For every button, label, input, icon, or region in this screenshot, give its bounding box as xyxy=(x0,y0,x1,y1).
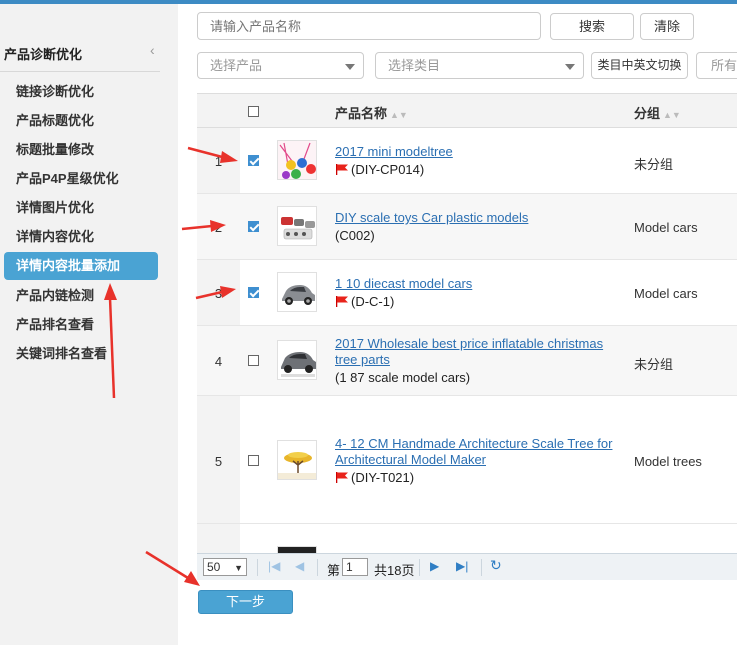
red-flag-icon xyxy=(336,296,348,307)
product-group: Model cars xyxy=(634,286,698,301)
product-code-text: (D-C-1) xyxy=(351,294,395,309)
product-name-link[interactable]: 2017 mini modeltree xyxy=(335,144,620,160)
sidebar-item-title-optimize[interactable]: 产品标题优化 xyxy=(16,111,94,131)
product-code: (DIY-T021) xyxy=(335,470,414,485)
table-row[interactable] xyxy=(197,524,737,553)
last-page-icon[interactable]: ▶| xyxy=(456,559,468,573)
row-checkbox[interactable] xyxy=(248,455,259,466)
column-header-group[interactable]: 分组 ▲▼ xyxy=(634,103,681,122)
product-group: Model trees xyxy=(634,454,702,469)
product-code: (C002) xyxy=(335,228,375,243)
page-total: 共18页 xyxy=(374,563,415,578)
product-name-link[interactable]: 2017 Wholesale best price inflatable chr… xyxy=(335,336,620,368)
row-number: 1 xyxy=(214,154,223,169)
page-size-value: 50 xyxy=(207,560,221,574)
column-header-group-label: 分组 xyxy=(634,106,661,121)
column-header-product-name-label: 产品名称 xyxy=(335,106,388,121)
product-code: (D-C-1) xyxy=(335,294,394,309)
product-name-link[interactable]: 4- 12 CM Handmade Architecture Scale Tre… xyxy=(335,436,620,468)
next-page-icon[interactable]: ▶ xyxy=(430,559,439,573)
sort-icon: ▲▼ xyxy=(663,110,681,120)
thumbnail xyxy=(277,546,317,553)
table-row[interactable]: 3 1 10 diecast model cars (D-C-1) Model … xyxy=(197,260,737,326)
sidebar-item-link-diagnosis[interactable]: 链接诊断优化 xyxy=(16,82,94,102)
product-name-link[interactable]: 1 10 diecast model cars xyxy=(335,276,620,292)
pager-separator xyxy=(481,559,482,576)
next-step-button[interactable]: 下一步 xyxy=(198,590,293,614)
product-group: 未分组 xyxy=(634,357,674,372)
sidebar: 产品诊断优化 ‹ 链接诊断优化 产品标题优化 标题批量修改 产品P4P星级优化 … xyxy=(0,4,178,645)
row-checkbox[interactable] xyxy=(248,221,259,232)
sidebar-item-title-batch-edit[interactable]: 标题批量修改 xyxy=(16,140,94,160)
prev-page-icon[interactable]: ◀ xyxy=(295,559,304,573)
table-row[interactable]: 1 2017 mini modeltree (DIY-CP014) 未分组 xyxy=(197,128,737,194)
pager-separator xyxy=(257,559,258,576)
pagination-bar: 50 ▼ |◀ ◀ 第 1 共18页 ▶ ▶| ↻ xyxy=(197,553,737,580)
row-number: 3 xyxy=(214,286,223,301)
sidebar-item-detail-images[interactable]: 详情图片优化 xyxy=(16,198,94,218)
caret-down-icon xyxy=(565,64,575,70)
product-name-link[interactable]: DIY scale toys Car plastic models xyxy=(335,210,620,226)
product-code: (1 87 scale model cars) xyxy=(335,370,471,385)
sidebar-item-internal-links[interactable]: 产品内链检测 xyxy=(16,286,94,306)
sidebar-item-product-ranking[interactable]: 产品排名查看 xyxy=(16,315,94,335)
search-input[interactable] xyxy=(197,12,541,40)
product-group: 未分组 xyxy=(634,157,674,172)
caret-down-icon: ▼ xyxy=(234,563,243,573)
first-page-icon[interactable]: |◀ xyxy=(268,559,280,573)
product-group: Model cars xyxy=(634,220,698,235)
product-code-text: (DIY-T021) xyxy=(351,470,415,485)
caret-down-icon xyxy=(345,64,355,70)
category-select[interactable]: 选择类目 xyxy=(375,52,584,79)
red-flag-icon xyxy=(336,472,348,483)
table-header: 产品名称 ▲▼ 分组 ▲▼ xyxy=(197,94,737,128)
chevron-left-icon[interactable]: ‹ xyxy=(150,42,155,58)
sidebar-header[interactable]: 产品诊断优化 ‹ xyxy=(0,32,160,72)
column-header-product-name[interactable]: 产品名称 ▲▼ xyxy=(335,103,408,122)
select-all-checkbox[interactable] xyxy=(248,106,259,117)
row-number: 5 xyxy=(214,454,223,469)
table-row[interactable]: 4 2017 Wholesale best price inflatable c… xyxy=(197,326,737,396)
pager-separator xyxy=(317,559,318,576)
paint-pots-thumb xyxy=(277,140,317,180)
page-prefix: 第 xyxy=(327,563,341,578)
sidebar-item-detail-content[interactable]: 详情内容优化 xyxy=(16,227,94,247)
sidebar-item-p4p-star[interactable]: 产品P4P星级优化 xyxy=(16,169,119,189)
refresh-icon[interactable]: ↻ xyxy=(490,557,502,574)
all-select-value: 所有 xyxy=(711,58,737,73)
product-select[interactable]: 选择产品 xyxy=(197,52,364,79)
yellow-tree-thumb xyxy=(277,440,317,480)
row-number: 2 xyxy=(214,220,223,235)
table-row[interactable]: 2 DIY scale toys Car plastic models (C00… xyxy=(197,194,737,260)
pager-separator xyxy=(419,559,420,576)
sort-icon: ▲▼ xyxy=(390,110,408,120)
sidebar-header-title: 产品诊断优化 xyxy=(4,47,83,62)
lang-toggle-button[interactable]: 类目中英文切换 xyxy=(591,52,688,79)
product-table: 产品名称 ▲▼ 分组 ▲▼ 1 2017 mini modeltree (DIY-C… xyxy=(197,93,737,553)
row-number: 4 xyxy=(214,354,223,369)
row-checkbox[interactable] xyxy=(248,287,259,298)
search-button[interactable]: 搜索 xyxy=(550,13,634,40)
red-flag-icon xyxy=(336,164,348,175)
page-size-select[interactable]: 50 ▼ xyxy=(203,558,247,576)
row-checkbox[interactable] xyxy=(248,355,259,366)
clear-button[interactable]: 清除 xyxy=(640,13,694,40)
all-select[interactable]: 所有 xyxy=(696,52,737,79)
product-code: (DIY-CP014) xyxy=(335,162,424,177)
page-number-input[interactable]: 1 xyxy=(342,558,368,576)
grey-car-thumb xyxy=(277,340,317,380)
product-code-text: (DIY-CP014) xyxy=(351,162,425,177)
silver-car-thumb xyxy=(277,272,317,312)
sidebar-item-keyword-ranking[interactable]: 关键词排名查看 xyxy=(16,344,107,364)
row-checkbox[interactable] xyxy=(248,155,259,166)
toy-cars-thumb xyxy=(277,206,317,246)
table-row[interactable]: 5 4- 12 CM Handmade Architecture Scale T… xyxy=(197,396,737,524)
category-select-value: 选择类目 xyxy=(388,58,441,73)
sidebar-item-detail-batch-add[interactable]: 详情内容批量添加 xyxy=(4,252,158,280)
product-select-value: 选择产品 xyxy=(210,58,263,73)
